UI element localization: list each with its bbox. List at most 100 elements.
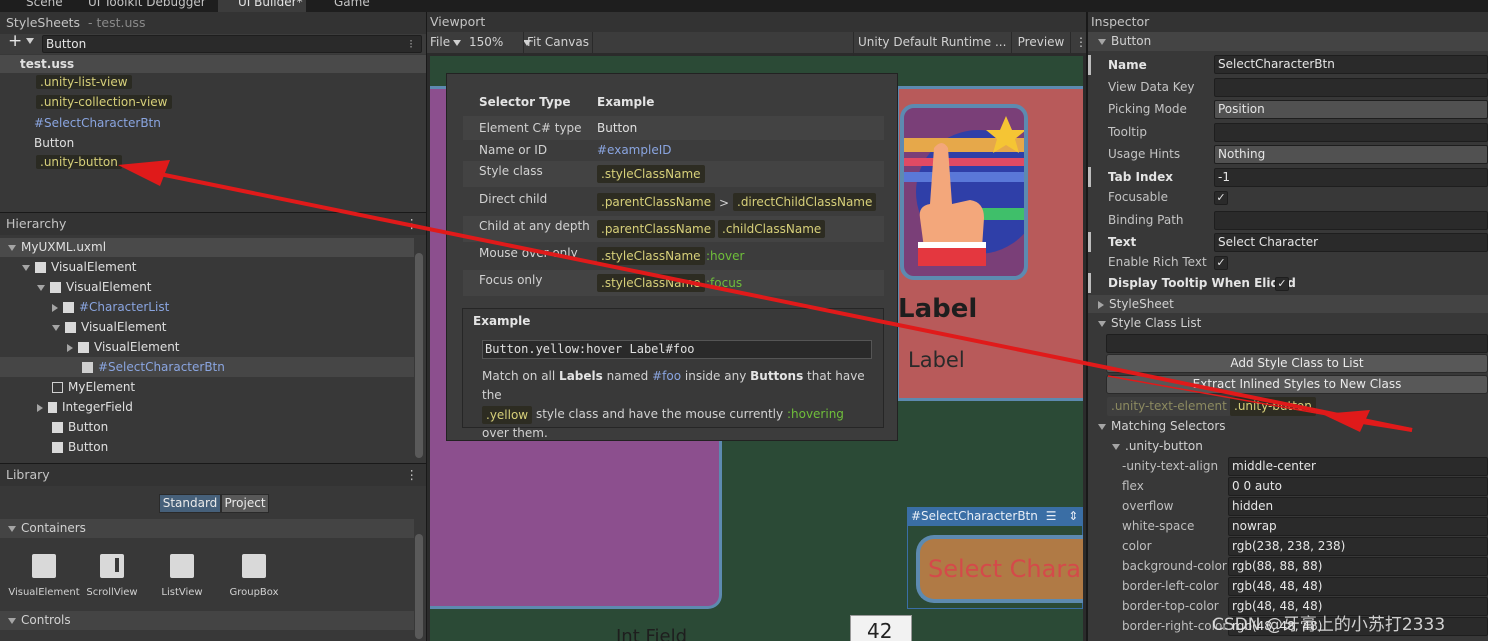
focusable-checkbox[interactable]: ✓ bbox=[1214, 191, 1228, 205]
expand-icon[interactable] bbox=[8, 244, 16, 251]
collapse-icon[interactable] bbox=[52, 303, 58, 312]
collapse-icon[interactable] bbox=[37, 403, 43, 412]
view-data-key-field[interactable] bbox=[1214, 78, 1488, 97]
matching-selector-foldout[interactable]: .unity-button bbox=[1088, 437, 1488, 455]
preview-label: Preview bbox=[1017, 35, 1065, 49]
tab-index-field[interactable]: -1 bbox=[1214, 168, 1488, 187]
hierarchy-item[interactable]: VisualElement bbox=[67, 340, 180, 354]
scroll-view-icon bbox=[100, 554, 124, 578]
hierarchy-item-label: IntegerField bbox=[62, 400, 133, 414]
enable-rich-text-checkbox[interactable]: ✓ bbox=[1214, 256, 1228, 270]
tooltip-type: Element C# type bbox=[479, 121, 582, 135]
child-combinator: > bbox=[719, 196, 730, 210]
desc-text: named bbox=[606, 369, 649, 383]
preview-button[interactable]: Preview bbox=[1011, 32, 1071, 53]
extract-inlined-styles-label: Extract Inlined Styles to New Class bbox=[1192, 377, 1402, 391]
tab-index-label: Tab Index bbox=[1108, 170, 1173, 184]
hierarchy-root-row[interactable]: MyUXML.uxml bbox=[0, 238, 414, 257]
library-item-scroll-view[interactable]: ScrollView bbox=[80, 554, 144, 598]
name-field[interactable]: SelectCharacterBtn bbox=[1214, 55, 1488, 74]
property-value: 0 0 auto bbox=[1228, 477, 1488, 496]
hierarchy-item-selected[interactable]: #SelectCharacterBtn bbox=[0, 357, 414, 377]
file-menu[interactable]: File bbox=[430, 32, 466, 53]
hierarchy-item[interactable]: Button bbox=[52, 440, 108, 454]
selector-help-icon[interactable]: ⁝ bbox=[409, 36, 413, 52]
stylesheet-foldout[interactable]: StyleSheet bbox=[1088, 295, 1488, 313]
property-value-text: 0 0 auto bbox=[1232, 479, 1282, 493]
select-character-button[interactable]: Select Chara bbox=[916, 535, 1083, 603]
hierarchy-menu-icon[interactable]: ⋮ bbox=[406, 213, 419, 235]
class-pill[interactable]: .unity-text-element bbox=[1107, 397, 1231, 416]
class-pill[interactable]: .unity-button bbox=[1230, 397, 1316, 416]
tab-scene[interactable]: Scene bbox=[26, 0, 63, 9]
hierarchy-scrollbar[interactable] bbox=[415, 253, 423, 458]
property-name: border-top-color bbox=[1122, 599, 1219, 613]
button-foldout-label: Button bbox=[1111, 34, 1152, 48]
selector-item[interactable]: Button bbox=[34, 136, 74, 150]
add-style-class-button[interactable]: Add Style Class to List bbox=[1106, 354, 1488, 373]
selector-label: .unity-list-view bbox=[36, 75, 132, 89]
library-item-group-box[interactable]: GroupBox bbox=[222, 554, 286, 598]
collapse-icon[interactable] bbox=[67, 343, 73, 352]
picking-mode-dropdown[interactable]: Position bbox=[1214, 100, 1488, 119]
extract-inlined-styles-button[interactable]: Extract Inlined Styles to New Class bbox=[1106, 375, 1488, 394]
binding-path-label: Binding Path bbox=[1108, 213, 1184, 227]
selector-item[interactable]: #SelectCharacterBtn bbox=[34, 116, 161, 130]
tooltip-row: Direct child .parentClassName > .directC… bbox=[463, 189, 884, 215]
selection-badge[interactable]: #SelectCharacterBtn ☰ ⇕ bbox=[907, 507, 1083, 525]
tooltip-field[interactable] bbox=[1214, 123, 1488, 142]
hierarchy-item[interactable]: VisualElement bbox=[22, 260, 137, 274]
stylesheet-file-row[interactable]: test.uss bbox=[0, 55, 426, 73]
hierarchy-item[interactable]: VisualElement bbox=[37, 280, 152, 294]
hierarchy-item[interactable]: VisualElement bbox=[52, 320, 167, 334]
controls-foldout[interactable]: Controls bbox=[0, 611, 414, 630]
library-menu-icon[interactable]: ⋮ bbox=[406, 464, 419, 486]
text-field[interactable]: Select Character bbox=[1214, 233, 1488, 252]
tooltip-type: Name or ID bbox=[479, 143, 548, 157]
viewport-header: Viewport bbox=[427, 12, 1086, 32]
hierarchy-item[interactable]: Button bbox=[52, 420, 108, 434]
stretch-icon[interactable]: ⇕ bbox=[1068, 509, 1078, 523]
library-item-list-view[interactable]: ListView bbox=[150, 554, 214, 598]
property-value: rgb(88, 88, 88) bbox=[1228, 557, 1488, 576]
button-foldout[interactable]: Button bbox=[1088, 32, 1488, 51]
watermark: CSDN @牙膏上的小苏打2333 bbox=[1212, 615, 1446, 635]
tooltip-example: .styleClassName bbox=[597, 165, 705, 183]
expand-icon[interactable] bbox=[37, 284, 45, 291]
align-icon[interactable]: ☰ bbox=[1046, 509, 1057, 523]
hierarchy-item[interactable]: IntegerField bbox=[37, 400, 133, 414]
add-stylesheet-button[interactable]: + bbox=[8, 31, 39, 51]
tab-ui-toolkit-debugger[interactable]: UI Toolkit Debugger bbox=[88, 0, 206, 9]
view-data-key-label: View Data Key bbox=[1108, 80, 1195, 94]
selector-input[interactable]: Button ⁝ bbox=[42, 35, 422, 53]
tooltip-type: Child at any depth bbox=[479, 219, 590, 233]
group-box-icon bbox=[242, 554, 266, 578]
library-item-visual-element[interactable]: VisualElement bbox=[8, 554, 80, 598]
hierarchy-item[interactable]: #CharacterList bbox=[52, 300, 169, 314]
display-tooltip-checkbox[interactable]: ✓ bbox=[1275, 277, 1289, 291]
selector-item[interactable]: .unity-collection-view bbox=[36, 95, 172, 109]
expand-icon[interactable] bbox=[22, 264, 30, 271]
fit-canvas-button[interactable]: Fit Canvas bbox=[523, 32, 593, 53]
tab-project[interactable]: Project bbox=[221, 494, 269, 513]
tab-ui-builder[interactable]: UI Builder* bbox=[218, 0, 306, 12]
usage-hints-dropdown[interactable]: Nothing bbox=[1214, 145, 1488, 164]
selector-item[interactable]: .unity-list-view bbox=[36, 75, 132, 89]
hierarchy-item-label: VisualElement bbox=[94, 340, 180, 354]
hierarchy-item[interactable]: MyElement bbox=[52, 380, 135, 394]
binding-path-field[interactable] bbox=[1214, 211, 1488, 230]
tab-standard[interactable]: Standard bbox=[159, 494, 221, 513]
matching-selectors-foldout[interactable]: Matching Selectors bbox=[1088, 417, 1488, 435]
override-marker bbox=[1088, 167, 1091, 187]
selector-item[interactable]: .unity-button bbox=[36, 155, 122, 169]
viewport-menu-icon[interactable]: ⋮ bbox=[1075, 32, 1087, 53]
expand-icon[interactable] bbox=[52, 324, 60, 331]
property-name: flex bbox=[1122, 479, 1144, 493]
tab-game[interactable]: Game bbox=[334, 0, 370, 9]
style-class-input[interactable] bbox=[1106, 334, 1488, 353]
int-field-input[interactable]: 42 bbox=[850, 615, 912, 641]
containers-foldout[interactable]: Containers bbox=[0, 519, 414, 538]
stylesheets-panel: StyleSheets - test.uss + Button ⁝ test.u… bbox=[0, 12, 426, 212]
style-class-list-foldout[interactable]: Style Class List bbox=[1088, 314, 1488, 332]
library-scrollbar[interactable] bbox=[415, 534, 423, 639]
